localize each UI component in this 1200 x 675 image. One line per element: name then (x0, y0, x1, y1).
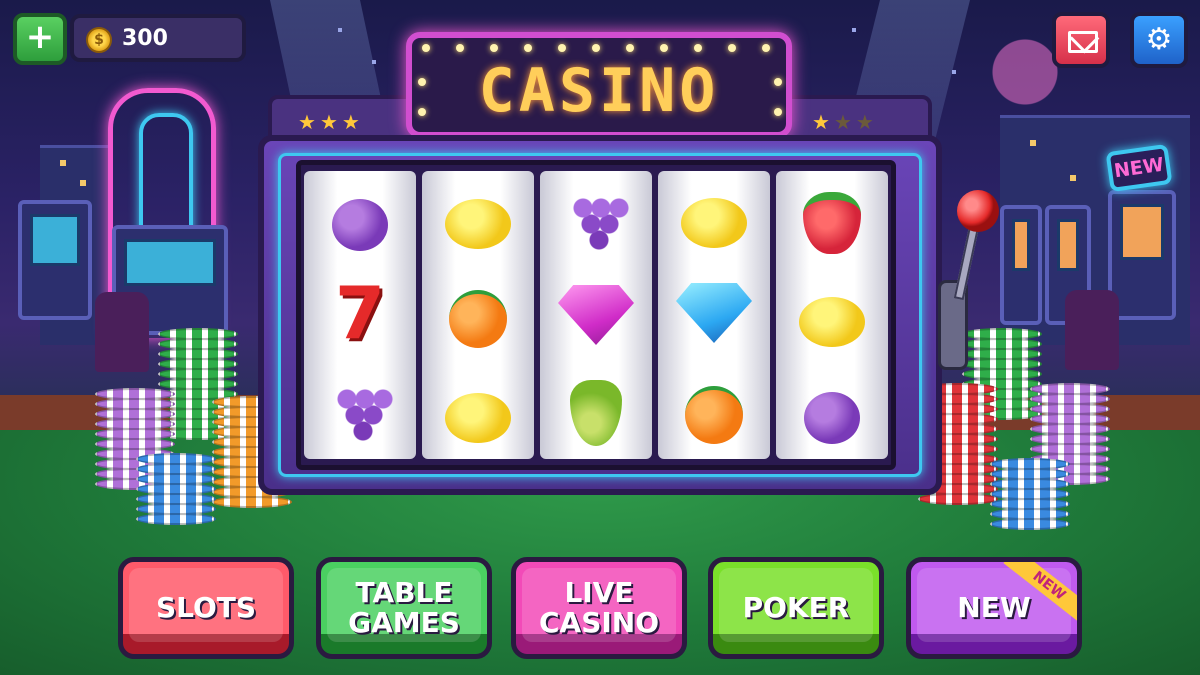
star-dot (852, 28, 856, 32)
slots-label: SLOTS (155, 591, 257, 624)
plum-symbol (804, 391, 860, 444)
game-category-menu: SLOTS TABLE GAMES LIVE CASINO POKER NEW … (0, 557, 1200, 667)
reel-window: 7 (296, 160, 896, 470)
reel-1: 7 (304, 171, 416, 459)
table-games-label: TABLE GAMES (348, 576, 460, 639)
star-icon: ★ (298, 110, 320, 134)
pink-diamond-symbol (558, 285, 634, 345)
add-coins-button[interactable]: + (13, 13, 67, 65)
strawberry-symbol (803, 192, 861, 255)
lemon-symbol (799, 296, 865, 347)
new-neon-sign: NEW (1105, 143, 1173, 193)
star-icon: ★ (833, 110, 856, 134)
table-games-button[interactable]: TABLE GAMES (316, 557, 492, 659)
coin-balance: $ 300 (70, 14, 246, 62)
star-dot (372, 60, 376, 64)
gear-icon: ⚙ (1145, 22, 1173, 57)
lemon-symbol (445, 199, 511, 250)
live-casino-label: LIVE CASINO (538, 576, 660, 639)
left-star-rating: ★★★ (298, 110, 364, 134)
reel-4 (658, 171, 770, 459)
reel-5 (776, 171, 888, 459)
star-dot (952, 70, 956, 74)
orange-symbol (449, 289, 507, 348)
star-icon: ★ (341, 110, 364, 134)
plus-icon: + (25, 17, 55, 57)
seven-symbol: 7 (334, 270, 386, 355)
star-dot (338, 28, 342, 32)
plum-symbol (332, 198, 388, 251)
blue-chip-stack (990, 458, 1070, 530)
blue-chip-stack (136, 453, 216, 525)
reel-3 (540, 171, 652, 459)
casino-marquee: CASINO (406, 32, 792, 138)
grapes-symbol (561, 184, 631, 254)
star-icon: ★ (319, 110, 342, 134)
orange-symbol (685, 386, 743, 444)
mail-button[interactable] (1052, 12, 1110, 68)
blue-diamond-symbol (676, 283, 752, 343)
right-star-rating: ★★★ (812, 110, 878, 134)
reel-2 (422, 171, 534, 459)
pear-symbol (570, 380, 622, 446)
building-window (80, 180, 86, 186)
live-casino-button[interactable]: LIVE CASINO (511, 557, 687, 659)
poker-button[interactable]: POKER (708, 557, 884, 659)
building-window (1070, 175, 1076, 181)
grapes-symbol (325, 375, 395, 446)
star-icon: ★ (812, 110, 834, 134)
background-slot-machine (18, 200, 92, 320)
marquee-title: CASINO (478, 56, 720, 126)
poker-label: POKER (742, 591, 850, 624)
building-window (60, 160, 66, 166)
star-icon: ★ (855, 110, 878, 134)
lemon-symbol (681, 198, 747, 248)
envelope-icon (1068, 31, 1098, 53)
casino-stool (95, 292, 149, 372)
settings-button[interactable]: ⚙ (1130, 12, 1188, 68)
lever-knob[interactable] (957, 190, 999, 232)
background-slot-machine (1000, 205, 1042, 325)
lemon-symbol (445, 392, 511, 443)
coin-icon: $ (86, 27, 112, 53)
coin-balance-value: 300 (122, 26, 168, 51)
new-games-button[interactable]: NEW NEW (906, 557, 1082, 659)
slots-button[interactable]: SLOTS (118, 557, 294, 659)
casino-stool (1065, 290, 1119, 370)
